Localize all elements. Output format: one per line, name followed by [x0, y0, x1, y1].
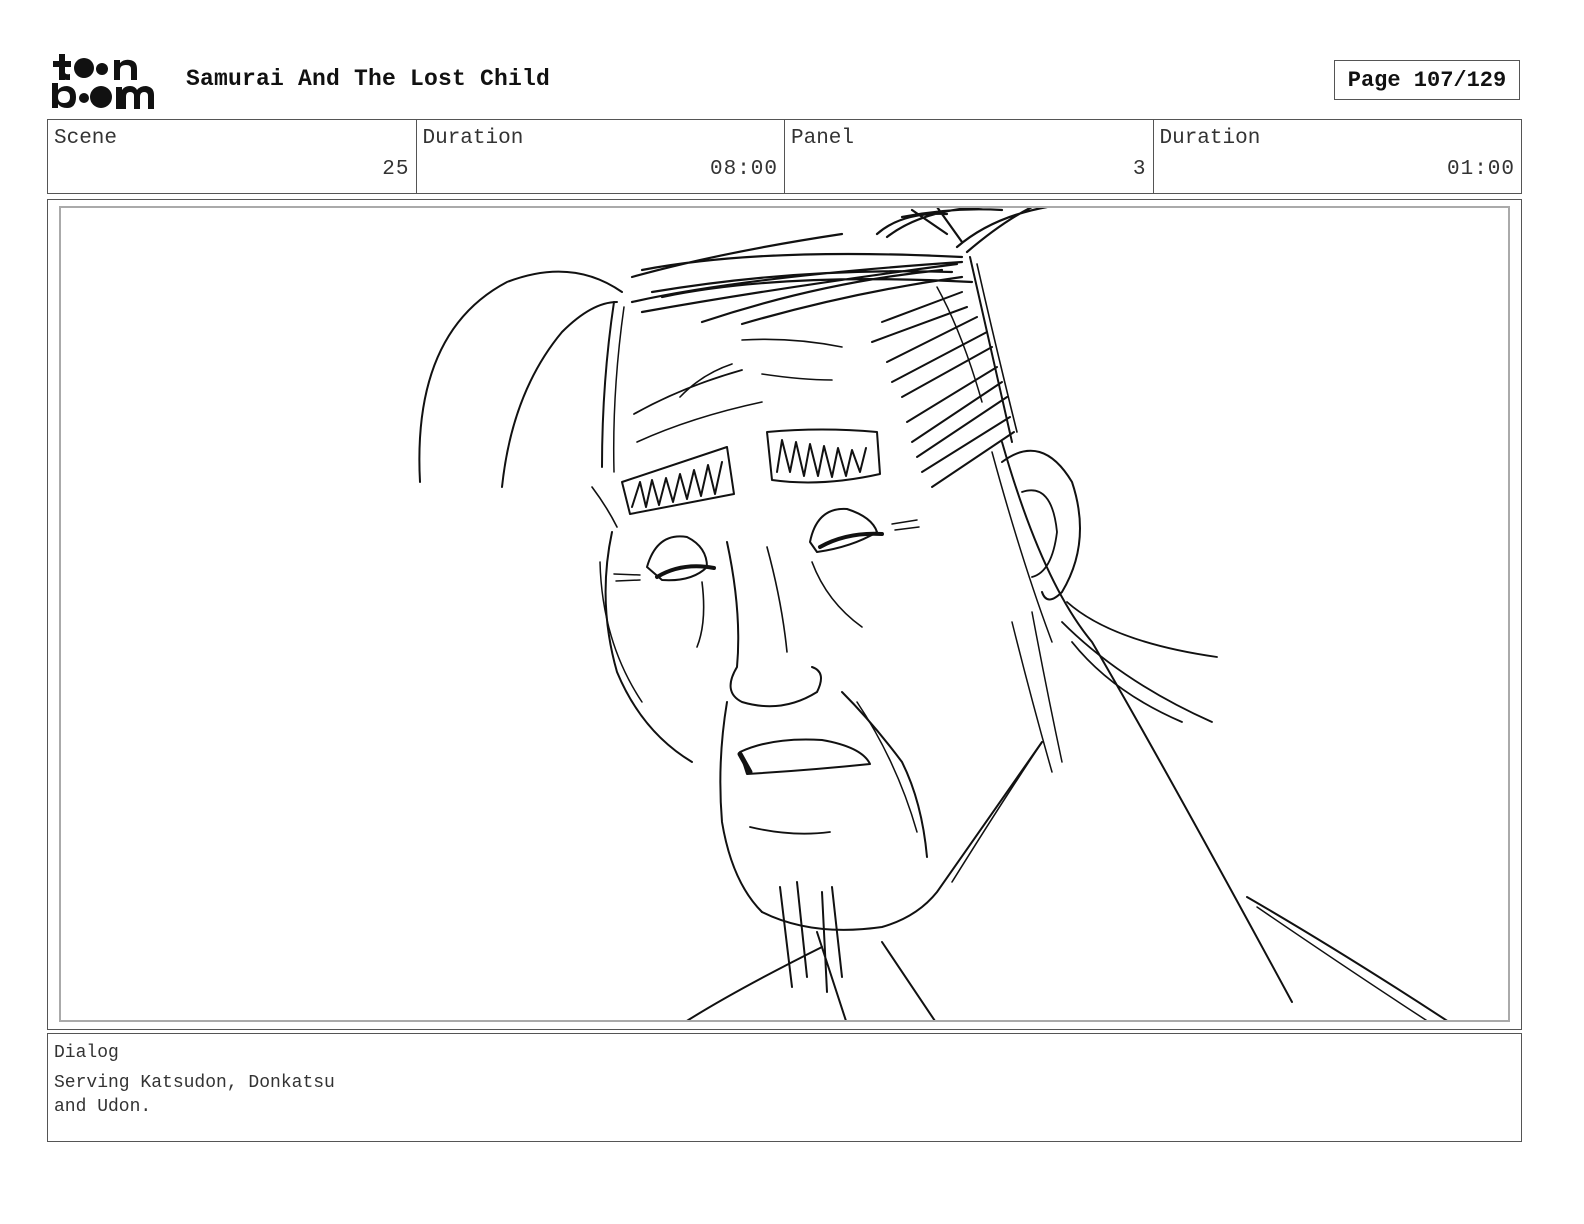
shoulder-left — [686, 946, 823, 1020]
storyboard-sketch — [418, 208, 1448, 1020]
panel-value: 3 — [1132, 158, 1147, 181]
panel-duration-cell: Duration 01:00 — [1154, 120, 1522, 193]
scene-duration-label: Duration — [422, 127, 524, 150]
hair-strand-left — [418, 270, 623, 483]
dialog-text: Serving Katsudon, Donkatsu and Udon. — [54, 1073, 335, 1117]
dialog-label: Dialog — [54, 1043, 119, 1063]
panel-duration-label: Duration — [1159, 127, 1261, 150]
nose — [726, 541, 822, 708]
scene-label: Scene — [54, 127, 118, 150]
page-number: Page 107/129 — [1334, 60, 1520, 100]
panel-info-bar: Scene 25 Duration 08:00 Panel 3 Duration… — [47, 119, 1522, 194]
side-hair-scribble — [871, 291, 1015, 488]
scene-duration-cell: Duration 08:00 — [417, 120, 785, 193]
panel-duration-value: 01:00 — [1446, 158, 1515, 181]
toon-boom-logo — [50, 50, 162, 112]
panel-cell: Panel 3 — [785, 120, 1154, 193]
scene-cell: Scene 25 — [48, 120, 417, 193]
face-left-outline — [601, 301, 615, 468]
storyboard-panel — [59, 206, 1510, 1022]
scene-value: 25 — [382, 158, 410, 181]
neck-right — [1001, 441, 1293, 1003]
mouth — [739, 738, 871, 775]
scene-duration-value: 08:00 — [709, 158, 778, 181]
document-title: Samurai And The Lost Child — [186, 66, 551, 92]
panel-label: Panel — [791, 127, 855, 150]
topknot — [630, 232, 974, 326]
dialog-box: Dialog Serving Katsudon, Donkatsu and Ud… — [47, 1033, 1522, 1142]
shoulder-right — [1246, 896, 1448, 1020]
left-eye — [646, 535, 708, 582]
toon-boom-logo-icon — [52, 54, 154, 109]
